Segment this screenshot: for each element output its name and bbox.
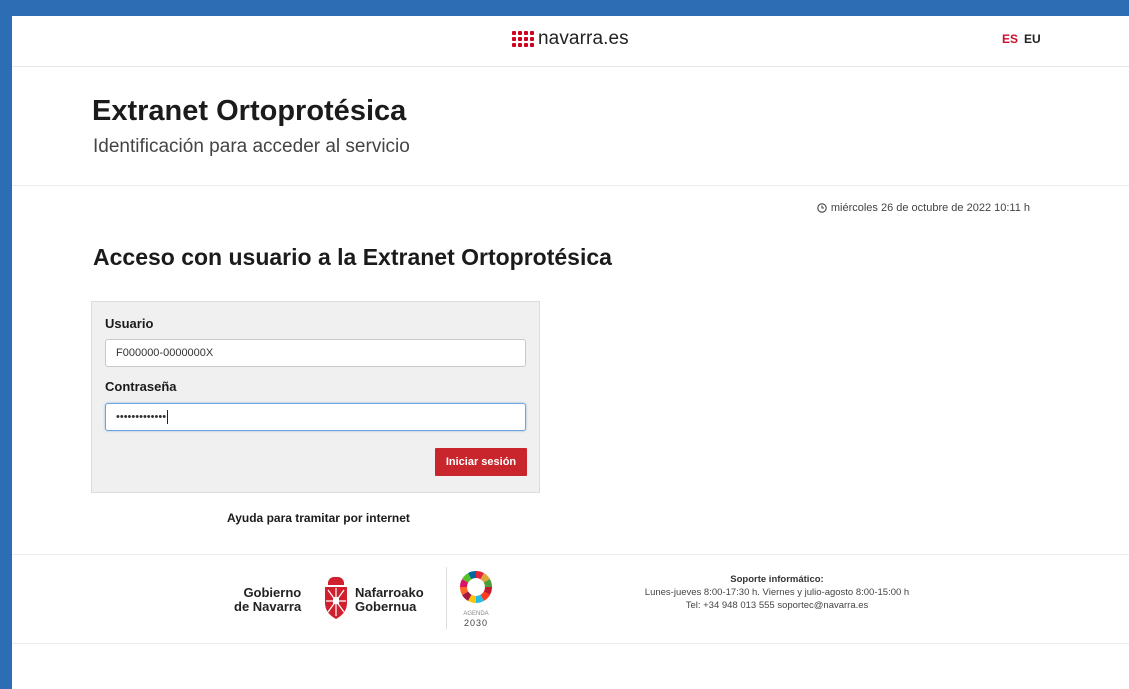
user-label: Usuario (105, 316, 154, 331)
password-input[interactable]: ••••••••••••• (105, 403, 526, 431)
nafarroako-gobernua-text: Nafarroako Gobernua (355, 586, 424, 614)
text-caret (167, 410, 169, 425)
app-subtitle: Identificación para acceder al servicio (93, 136, 410, 157)
lang-eu-link[interactable]: EU (1024, 32, 1041, 46)
language-switcher: ES EU (1002, 32, 1041, 46)
password-label: Contraseña (105, 379, 177, 394)
window-frame-top (0, 0, 1129, 16)
app-title: Extranet Ortoprotésica (92, 95, 407, 127)
navarra-dots-icon (512, 31, 534, 47)
support-title: Soporte informático: (730, 574, 824, 585)
lang-es-link[interactable]: ES (1002, 32, 1018, 46)
top-bar: navarra.es ES EU (12, 16, 1129, 67)
gobierno-navarra-text: Gobierno de Navarra (234, 586, 301, 614)
login-button[interactable]: Iniciar sesión (435, 448, 527, 476)
navarra-crest-icon (325, 576, 347, 619)
user-input[interactable]: F000000-0000000X (105, 339, 526, 367)
current-datetime: miércoles 26 de octubre de 2022 10:11 h (817, 202, 1030, 214)
window-frame-left (0, 0, 12, 689)
help-link[interactable]: Ayuda para tramitar por internet (227, 511, 410, 525)
support-contact[interactable]: Tel: +34 948 013 555 soportec@navarra.es (612, 599, 942, 612)
section-title: Acceso con usuario a la Extranet Ortopro… (93, 244, 612, 270)
datetime-text: miércoles 26 de octubre de 2022 10:11 h (830, 202, 1030, 214)
support-info: Soporte informático: Lunes-jueves 8:00-1… (612, 573, 942, 612)
password-mask: ••••••••••••• (116, 411, 167, 423)
login-form: Usuario F000000-0000000X Contraseña ••••… (91, 301, 540, 493)
footer: Gobierno de Navarra Nafarroako Gobernua (12, 554, 1129, 644)
gob-eu-line2: Gobernua (355, 599, 417, 614)
support-hours: Lunes-jueves 8:00-17:30 h. Viernes y jul… (644, 587, 910, 598)
hero-section: Extranet Ortoprotésica Identificación pa… (12, 67, 1129, 186)
gob-es-line2: de Navarra (234, 599, 302, 614)
navarra-logo[interactable]: navarra.es (512, 28, 629, 50)
gob-es-line1: Gobierno (243, 585, 302, 600)
agenda-year: 2030 (463, 618, 489, 628)
clock-icon (817, 203, 827, 213)
footer-divider (446, 567, 447, 629)
logo-text: navarra.es (538, 28, 629, 49)
page: navarra.es ES EU Extranet Ortoprotésica … (12, 16, 1129, 689)
gob-eu-line1: Nafarroako (355, 585, 424, 600)
agenda-label: AGENDA (463, 611, 489, 617)
